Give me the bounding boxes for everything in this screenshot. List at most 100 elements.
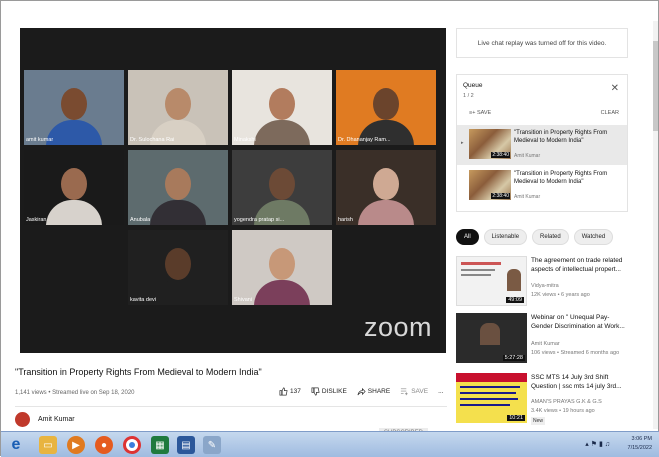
clock[interactable]: 3:06 PM 7/15/2022 [628, 435, 652, 453]
queue-item-title: "Transition in Property Rights From Medi… [514, 171, 608, 185]
chip-all[interactable]: All [456, 229, 479, 245]
queue-item-channel: Amit Kumar [514, 153, 541, 159]
share-label: SHARE [367, 388, 391, 395]
participant-name: harish [338, 217, 353, 223]
video-player[interactable]: amit kumar Dr. Sulochana Rai Minakshi Dr. D… [20, 28, 446, 353]
recommendation-title: Webinar on " Unequal Pay- Gender Discrim… [531, 314, 625, 330]
chat-replay-message: Live chat replay was turned off for this… [477, 39, 607, 47]
chip-listenable[interactable]: Listenable [483, 229, 528, 245]
participant-name: Anubala [130, 217, 151, 223]
queue-clear-button[interactable]: CLEAR [601, 110, 619, 116]
dislike-label: DISLIKE [321, 388, 347, 395]
queue-item[interactable]: 2:38:40 "Transition in Property Rights F… [457, 166, 627, 206]
divider [15, 406, 447, 407]
paint-icon[interactable]: ✎ [203, 436, 221, 454]
save-label: SAVE [411, 388, 429, 395]
participant-name: amit kumar [26, 137, 54, 143]
recommendation-item[interactable]: 10:21 SSC MTS 14 July 3rd Shift Question… [456, 373, 628, 425]
duration: 2:38:40 [491, 152, 510, 158]
like-button[interactable]: 137 [279, 387, 301, 396]
participant-tile: Dr. Sulochana Rai [128, 70, 228, 145]
queue-thumbnail: 2:38:40 [469, 170, 511, 200]
participant-head [61, 168, 87, 200]
media-player-icon[interactable]: ▶ [67, 436, 85, 454]
participant-head [61, 88, 87, 120]
recommendation-channel: AMAN'S PRAYAS G.K & G.S [531, 399, 602, 405]
playlist-add-icon [401, 388, 408, 396]
ie-icon[interactable]: e [7, 436, 25, 454]
system-tray[interactable]: ▴ ⚑ ▮ ♫ [585, 440, 610, 448]
participant-head [165, 88, 191, 120]
page-scrollbar[interactable] [653, 21, 658, 429]
participant-head [269, 168, 295, 200]
taskbar: e ▭ ▶ ● ▦ ▤ ✎ ▴ ⚑ ▮ ♫ 3:06 PM 7/15/2022 [1, 431, 659, 457]
close-icon[interactable]: ✕ [611, 83, 619, 94]
like-count: 137 [290, 388, 301, 395]
participant-tile: Shivani [232, 230, 332, 305]
recommendation-title: SSC MTS 14 July 3rd Shift Question | ssc… [531, 374, 622, 390]
thumbs-up-icon [279, 387, 288, 396]
participant-head [165, 248, 191, 280]
share-icon [357, 387, 366, 396]
recommendation-channel: Amit Kumar [531, 341, 560, 347]
duration: 5:27:28 [502, 355, 525, 361]
duration: 2:38:40 [491, 193, 510, 199]
filter-chips: All Listenable Related Watched [456, 229, 614, 245]
clock-date: 7/15/2022 [627, 445, 652, 451]
participant-name: Minakshi [234, 137, 256, 143]
scrollbar-thumb[interactable] [653, 41, 658, 131]
video-meta: 1,141 views • Streamed live on Sep 18, 2… [15, 390, 135, 396]
chip-watched[interactable]: Watched [573, 229, 614, 245]
channel-avatar[interactable] [15, 412, 30, 427]
recommendation-item[interactable]: 49:09 The agreement on trade related asp… [456, 256, 628, 308]
share-button[interactable]: SHARE [357, 387, 390, 396]
participant-name: Dr. Sulochana Rai [130, 137, 175, 143]
queue-item-channel: Amit Kumar [514, 194, 541, 200]
channel-row: Amit Kumar [15, 412, 75, 427]
word-icon[interactable]: ▤ [177, 436, 195, 454]
zoom-watermark: zoom [363, 312, 432, 342]
firefox-icon[interactable]: ● [95, 436, 113, 454]
participant-tile: yogendra pratap si... [232, 150, 332, 225]
dislike-button[interactable]: DISLIKE [311, 387, 347, 396]
participant-tile: harish [336, 150, 436, 225]
participant-tile: Jaskiran [24, 150, 124, 225]
participant-head [165, 168, 191, 200]
participant-head [269, 248, 295, 280]
chrome-icon[interactable] [123, 436, 141, 454]
queue-thumbnail: 2:38:40 [469, 129, 511, 159]
video-title: "Transition in Property Rights From Medi… [15, 367, 262, 377]
participant-tile: Minakshi [232, 70, 332, 145]
clock-time: 3:06 PM [631, 436, 652, 442]
duration: 49:09 [506, 297, 524, 303]
participant-head [373, 168, 399, 200]
recommendation-meta: 3.4K views • 19 hours ago [531, 408, 595, 414]
excel-icon[interactable]: ▦ [151, 436, 169, 454]
screen: amit kumar Dr. Sulochana Rai Minakshi Dr. D… [0, 0, 659, 457]
folder-icon[interactable]: ▭ [39, 436, 57, 454]
more-button[interactable]: ... [438, 388, 443, 395]
participant-tile: Anubala [128, 150, 228, 225]
recommendation-item[interactable]: 5:27:28 Webinar on " Unequal Pay- Gender… [456, 313, 628, 365]
participant-tile: amit kumar [24, 70, 124, 145]
participant-name: yogendra pratap si... [234, 217, 285, 223]
participant-name: kavita devi [130, 297, 156, 303]
queue-item[interactable]: ▸ 2:38:40 "Transition in Property Rights… [457, 125, 627, 165]
queue-save-button[interactable]: ≡+ SAVE [469, 110, 491, 116]
video-actions: 137 DISLIKE SHARE SAVE ... [279, 387, 443, 396]
participant-tile: Dr. Dhananjay Ram... [336, 70, 436, 145]
thumbs-down-icon [311, 387, 320, 396]
queue-item-title: "Transition in Property Rights From Medi… [514, 130, 608, 144]
channel-name[interactable]: Amit Kumar [38, 416, 75, 423]
play-indicator-icon: ▸ [461, 140, 464, 146]
new-badge: New [531, 417, 546, 425]
recommendation-thumbnail: 49:09 [456, 256, 527, 306]
participant-head [269, 88, 295, 120]
recommendation-meta: 12K views • 6 years ago [531, 292, 590, 298]
participant-head [373, 88, 399, 120]
chip-related[interactable]: Related [532, 229, 569, 245]
recommendation-channel: Vidya-mitra [531, 283, 559, 289]
save-button[interactable]: SAVE [400, 387, 428, 396]
recommendation-thumbnail: 5:27:28 [456, 313, 527, 363]
recommendation-thumbnail: 10:21 [456, 373, 527, 423]
